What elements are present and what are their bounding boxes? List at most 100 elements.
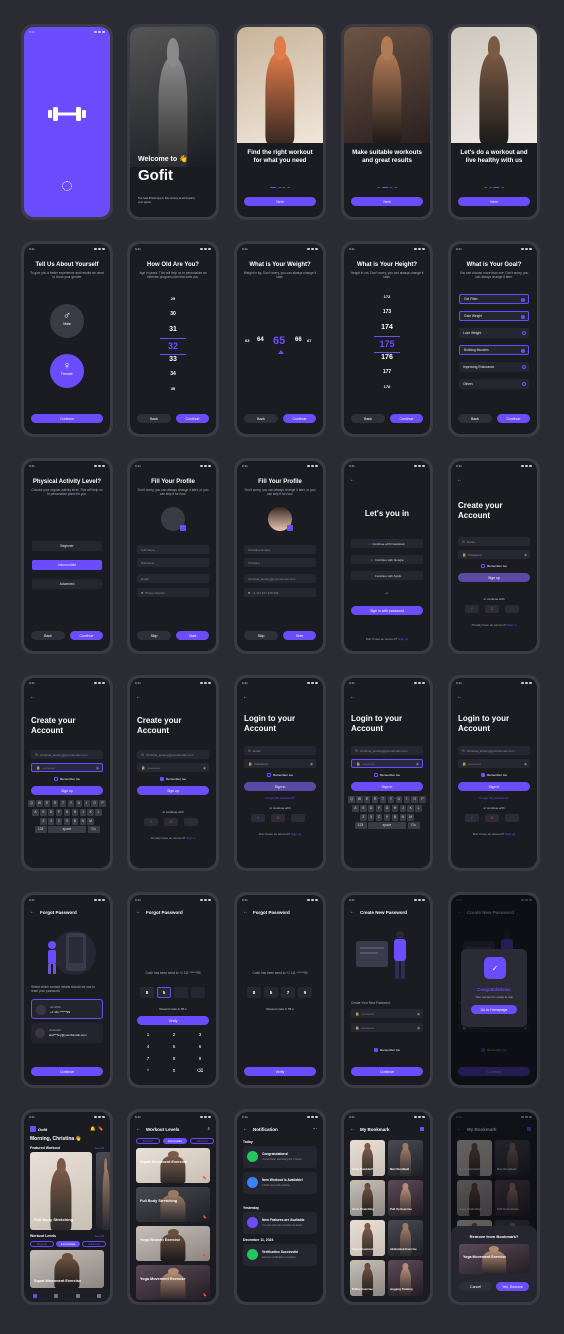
- key[interactable]: V: [383, 813, 391, 821]
- verify-button[interactable]: Verify: [244, 1067, 316, 1076]
- next-button[interactable]: Next: [244, 197, 316, 206]
- numpad-key[interactable]: 3: [192, 1032, 208, 1037]
- goal-option[interactable]: Improving Endurance: [459, 362, 529, 372]
- numpad-key[interactable]: 8: [166, 1056, 182, 1061]
- back-arrow-icon[interactable]: ←: [243, 1126, 248, 1132]
- otp-box[interactable]: 8: [247, 987, 261, 998]
- key[interactable]: A: [352, 804, 359, 812]
- email-field[interactable]: Email: [137, 574, 209, 583]
- bookmark-card[interactable]: Pullup Exercise: [350, 1260, 385, 1296]
- level-option[interactable]: Beginner: [32, 541, 102, 551]
- back-arrow-icon[interactable]: ←: [30, 909, 35, 915]
- numpad-key[interactable]: 7: [140, 1056, 156, 1061]
- bookmark-card[interactable]: Man Dumbbell: [388, 1140, 423, 1176]
- goal-option[interactable]: Others: [459, 379, 529, 389]
- see-all-link[interactable]: See All: [95, 1146, 104, 1150]
- back-arrow-icon[interactable]: ←: [30, 694, 35, 700]
- key[interactable]: U: [75, 800, 83, 807]
- key[interactable]: V: [63, 817, 71, 825]
- sign-up-link[interactable]: Sign up: [398, 637, 408, 641]
- continue-button[interactable]: Continue: [497, 414, 530, 423]
- key-numbers[interactable]: 123: [34, 826, 47, 834]
- key[interactable]: R: [51, 800, 59, 807]
- eye-icon[interactable]: ◉: [524, 762, 527, 766]
- height-value[interactable]: 178: [344, 384, 430, 389]
- key[interactable]: L: [415, 804, 422, 812]
- new-password-field[interactable]: 🔒•••••••••••• ◉: [351, 1009, 423, 1018]
- back-arrow-icon[interactable]: ←: [243, 909, 248, 915]
- back-button[interactable]: Back: [31, 631, 65, 640]
- key[interactable]: M: [87, 817, 94, 825]
- otp-box[interactable]: 8: [140, 987, 154, 998]
- level-option[interactable]: Intermediate: [32, 560, 102, 570]
- otp-box[interactable]: [174, 987, 188, 998]
- age-value[interactable]: 29: [130, 296, 216, 301]
- edit-pencil-icon[interactable]: [287, 525, 293, 531]
- email-field[interactable]: ✉ christina_ainsley@yourdomain.com: [137, 750, 209, 759]
- bookmark-icon[interactable]: 🔖: [203, 1176, 207, 1180]
- cancel-button[interactable]: Cancel: [459, 1282, 492, 1291]
- notification-item[interactable]: Congratulations! You've been exercising f…: [243, 1146, 317, 1168]
- key-go[interactable]: Go: [87, 826, 100, 834]
- featured-workout-card[interactable]: Full Body Stretching: [30, 1152, 92, 1230]
- key-space[interactable]: space: [368, 822, 406, 830]
- key[interactable]: K: [407, 804, 414, 812]
- key[interactable]: P: [99, 800, 106, 807]
- key[interactable]: Y: [67, 800, 75, 807]
- sign-up-button[interactable]: Sign up: [137, 786, 209, 795]
- bookmark-card[interactable]: Abdominal Exercise: [388, 1220, 423, 1256]
- otp-box[interactable]: 5: [157, 987, 171, 998]
- eye-icon[interactable]: ◉: [416, 762, 419, 766]
- key[interactable]: G: [63, 808, 71, 816]
- password-field[interactable]: 🔒 •••••••••••• ◉: [137, 763, 209, 772]
- email-field[interactable]: ✉ Email: [458, 537, 530, 546]
- key[interactable]: E: [364, 796, 371, 803]
- prompt-link[interactable]: Sign in: [507, 623, 516, 627]
- key-space[interactable]: space: [48, 826, 86, 834]
- key[interactable]: N: [79, 817, 86, 825]
- bookmark-icon[interactable]: 🔖: [203, 1293, 207, 1297]
- key[interactable]: S: [360, 804, 367, 812]
- continue-button[interactable]: Continue: [31, 414, 103, 423]
- more-options-icon[interactable]: ⋯: [313, 1126, 318, 1132]
- workout-card[interactable]: Yoga Women Exercise 🔖: [136, 1226, 210, 1261]
- continue-button[interactable]: Continue: [390, 414, 423, 423]
- key[interactable]: L: [95, 808, 102, 816]
- back-arrow-icon[interactable]: ←: [136, 694, 141, 700]
- key[interactable]: I: [403, 796, 410, 803]
- back-arrow-icon[interactable]: ←: [136, 909, 141, 915]
- bookmark-card[interactable]: Jogging Training: [388, 1260, 423, 1296]
- apple-button[interactable]: [505, 605, 519, 613]
- back-arrow-icon[interactable]: ←: [350, 694, 355, 700]
- key[interactable]: M: [407, 813, 414, 821]
- level-tab[interactable]: Advanced: [190, 1138, 214, 1144]
- explore-icon[interactable]: [54, 1294, 59, 1298]
- height-value[interactable]: 176: [344, 354, 430, 361]
- verify-button[interactable]: Verify: [137, 1016, 209, 1025]
- apple-continue-button[interactable]: Continue with Apple: [351, 571, 423, 580]
- notification-item[interactable]: New Workout is Available! Check new and p…: [243, 1172, 317, 1194]
- key[interactable]: C: [375, 813, 383, 821]
- home-icon[interactable]: [32, 1294, 37, 1298]
- key[interactable]: Y: [387, 796, 395, 803]
- phone-field[interactable]: ■ +1 111 467 378 399: [244, 588, 316, 597]
- bookmark-card[interactable]: Yoga Movement: [350, 1220, 385, 1256]
- remember-me-checkbox[interactable]: Remember me: [451, 773, 537, 777]
- facebook-button[interactable]: f: [251, 814, 265, 822]
- back-arrow-icon[interactable]: ←: [243, 694, 248, 700]
- nickname-field[interactable]: Nickname: [137, 558, 209, 567]
- password-field[interactable]: 🔒 •••••••••••• ◉: [31, 763, 103, 772]
- edit-pencil-icon[interactable]: [180, 525, 186, 531]
- facebook-button[interactable]: f: [144, 818, 158, 826]
- key[interactable]: Q: [348, 796, 355, 803]
- bookmark-icon[interactable]: 🔖: [203, 1215, 207, 1219]
- forgot-password-link[interactable]: Forgot the password?: [237, 796, 323, 800]
- bookmark-card[interactable]: Arms Dumbbell: [350, 1140, 385, 1176]
- google-continue-button[interactable]: G Continue with Google: [351, 555, 423, 564]
- facebook-button[interactable]: f: [465, 605, 479, 613]
- next-button[interactable]: Next: [458, 197, 530, 206]
- key[interactable]: W: [356, 796, 363, 803]
- facebook-button[interactable]: f: [465, 814, 479, 822]
- key[interactable]: X: [48, 817, 55, 825]
- key[interactable]: A: [32, 808, 39, 816]
